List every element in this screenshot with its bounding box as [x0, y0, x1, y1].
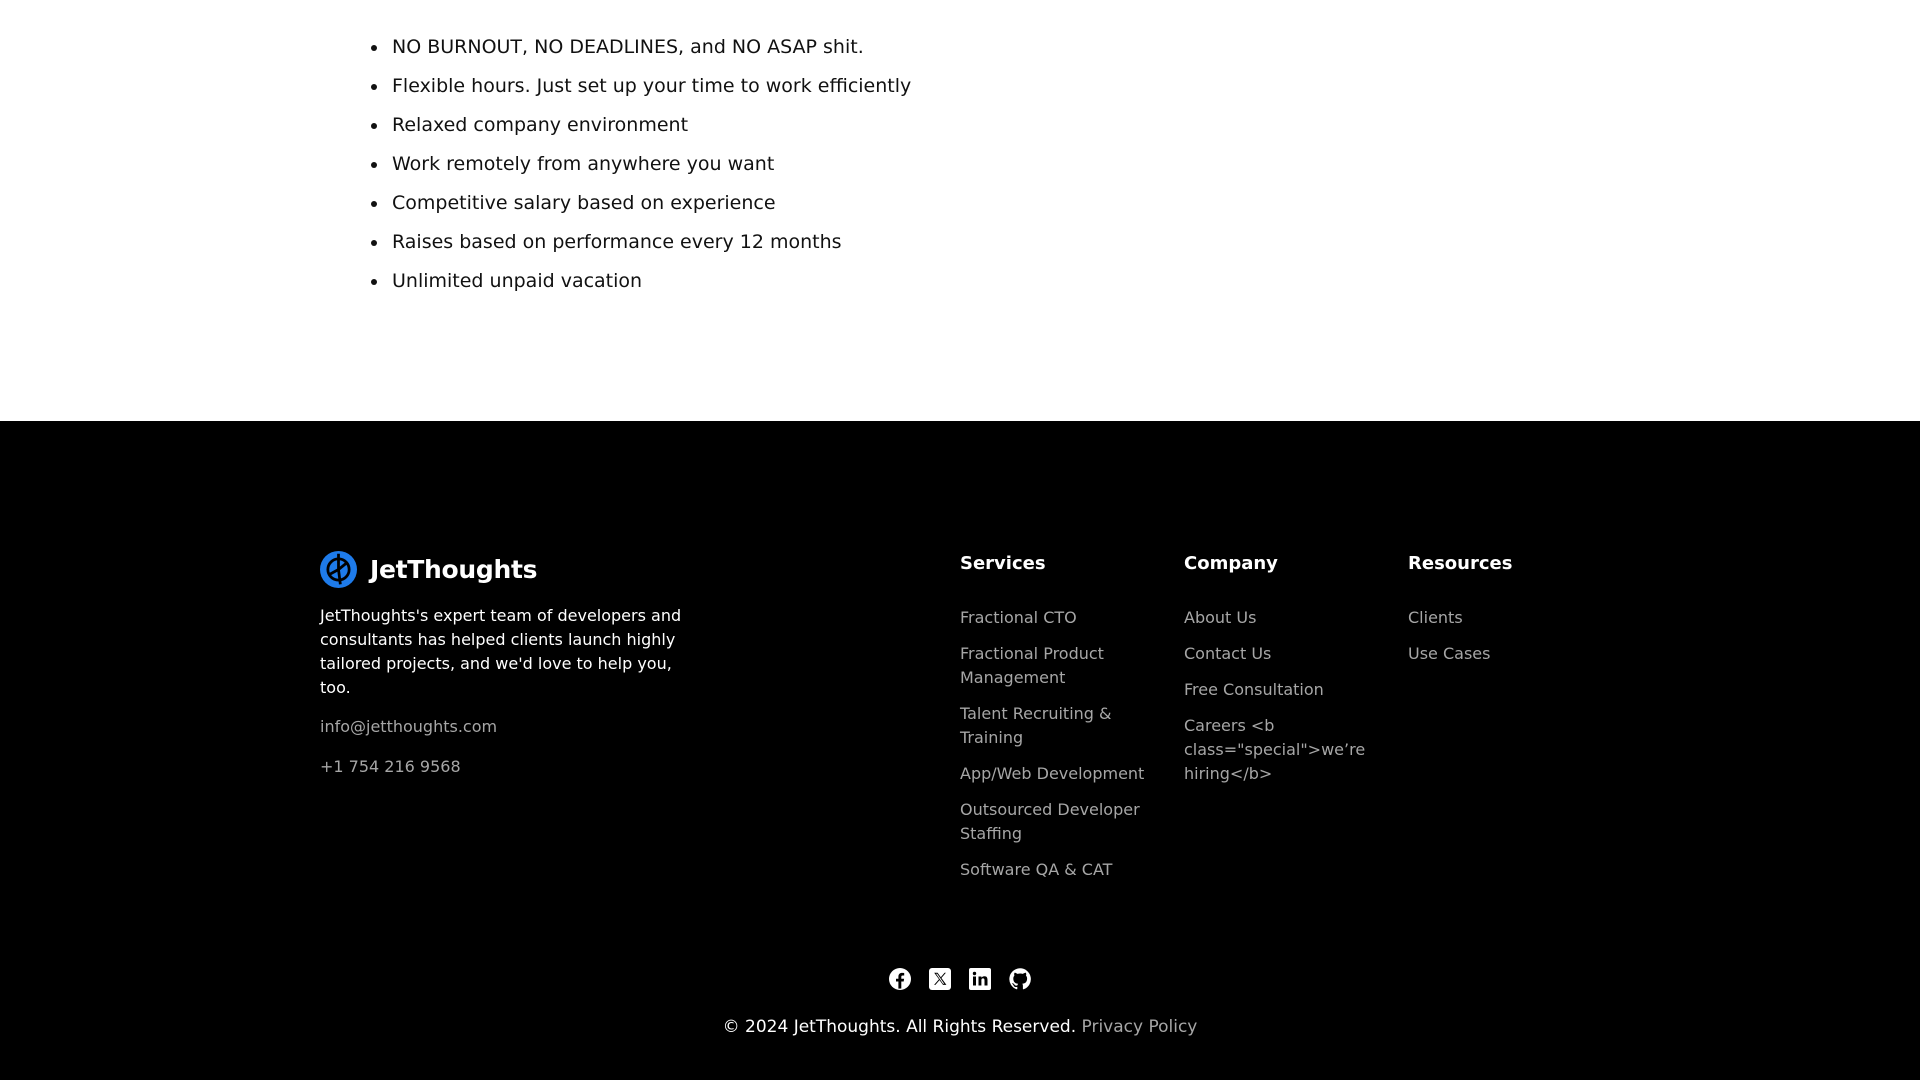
- footer-link-software-qa[interactable]: Software QA & CAT: [960, 858, 1150, 882]
- x-twitter-icon[interactable]: [928, 967, 952, 991]
- phone-link[interactable]: +1 754 216 9568: [320, 755, 720, 779]
- column-title-resources: Resources: [1408, 553, 1513, 574]
- benefit-item: Work remotely from anywhere you want: [370, 145, 911, 184]
- copyright-text: © 2024 JetThoughts. All Rights Reserved.: [722, 1017, 1077, 1037]
- benefit-item: Raises based on performance every 12 mon…: [370, 223, 911, 262]
- benefit-item: Unlimited unpaid vacation: [370, 262, 911, 301]
- resources-links: Clients Use Cases: [1408, 606, 1598, 666]
- services-links: Fractional CTO Fractional Product Manage…: [960, 606, 1150, 882]
- brand-name: JetThoughts: [370, 554, 538, 584]
- linkedin-icon[interactable]: [968, 967, 992, 991]
- footer-link-contact-us[interactable]: Contact Us: [1184, 642, 1374, 666]
- social-links: [0, 967, 1920, 991]
- jetthoughts-logo-icon: [320, 550, 357, 588]
- column-title-services: Services: [960, 553, 1046, 574]
- benefits-list: NO BURNOUT, NO DEADLINES, and NO ASAP sh…: [370, 28, 911, 301]
- footer-column-company: Company About Us Contact Us Free Consult…: [1184, 551, 1374, 798]
- footer-link-clients[interactable]: Clients: [1408, 606, 1598, 630]
- brand-description: JetThoughts's expert team of developers …: [320, 606, 682, 697]
- footer-column-services: Services Fractional CTO Fractional Produ…: [960, 551, 1150, 894]
- footer-link-fractional-cto[interactable]: Fractional CTO: [960, 606, 1150, 630]
- email-link[interactable]: info@jetthoughts.com: [320, 715, 720, 739]
- github-icon[interactable]: [1008, 967, 1032, 991]
- site-footer: JetThoughts JetThoughts's expert team of…: [0, 421, 1920, 1080]
- footer-link-about-us[interactable]: About Us: [1184, 606, 1374, 630]
- footer-link-talent-recruiting[interactable]: Talent Recruiting & Training: [960, 702, 1150, 750]
- benefit-item: Flexible hours. Just set up your time to…: [370, 67, 911, 106]
- benefit-item: Relaxed company environment: [370, 106, 911, 145]
- facebook-icon[interactable]: [888, 967, 912, 991]
- privacy-policy-link[interactable]: Privacy Policy: [1082, 1017, 1198, 1037]
- footer-link-use-cases[interactable]: Use Cases: [1408, 642, 1598, 666]
- footer-link-fractional-product-management[interactable]: Fractional Product Management: [960, 642, 1150, 690]
- copyright-bar: © 2024 JetThoughts. All Rights Reserved.…: [0, 1015, 1920, 1039]
- footer-link-careers[interactable]: Careers <b class="special">we’re hiring<…: [1184, 714, 1374, 786]
- footer-link-free-consultation[interactable]: Free Consultation: [1184, 678, 1374, 702]
- footer-brand: JetThoughts JetThoughts's expert team of…: [320, 550, 720, 779]
- company-links: About Us Contact Us Free Consultation Ca…: [1184, 606, 1374, 786]
- footer-link-outsourced-staffing[interactable]: Outsourced Developer Staffing: [960, 798, 1150, 846]
- column-title-company: Company: [1184, 553, 1278, 574]
- footer-link-app-web-development[interactable]: App/Web Development: [960, 762, 1150, 786]
- logo-link[interactable]: JetThoughts: [320, 550, 720, 588]
- benefit-item: Competitive salary based on experience: [370, 184, 911, 223]
- benefit-item: NO BURNOUT, NO DEADLINES, and NO ASAP sh…: [370, 28, 911, 67]
- benefits-section: NO BURNOUT, NO DEADLINES, and NO ASAP sh…: [0, 0, 1920, 421]
- footer-column-resources: Resources Clients Use Cases: [1408, 551, 1598, 678]
